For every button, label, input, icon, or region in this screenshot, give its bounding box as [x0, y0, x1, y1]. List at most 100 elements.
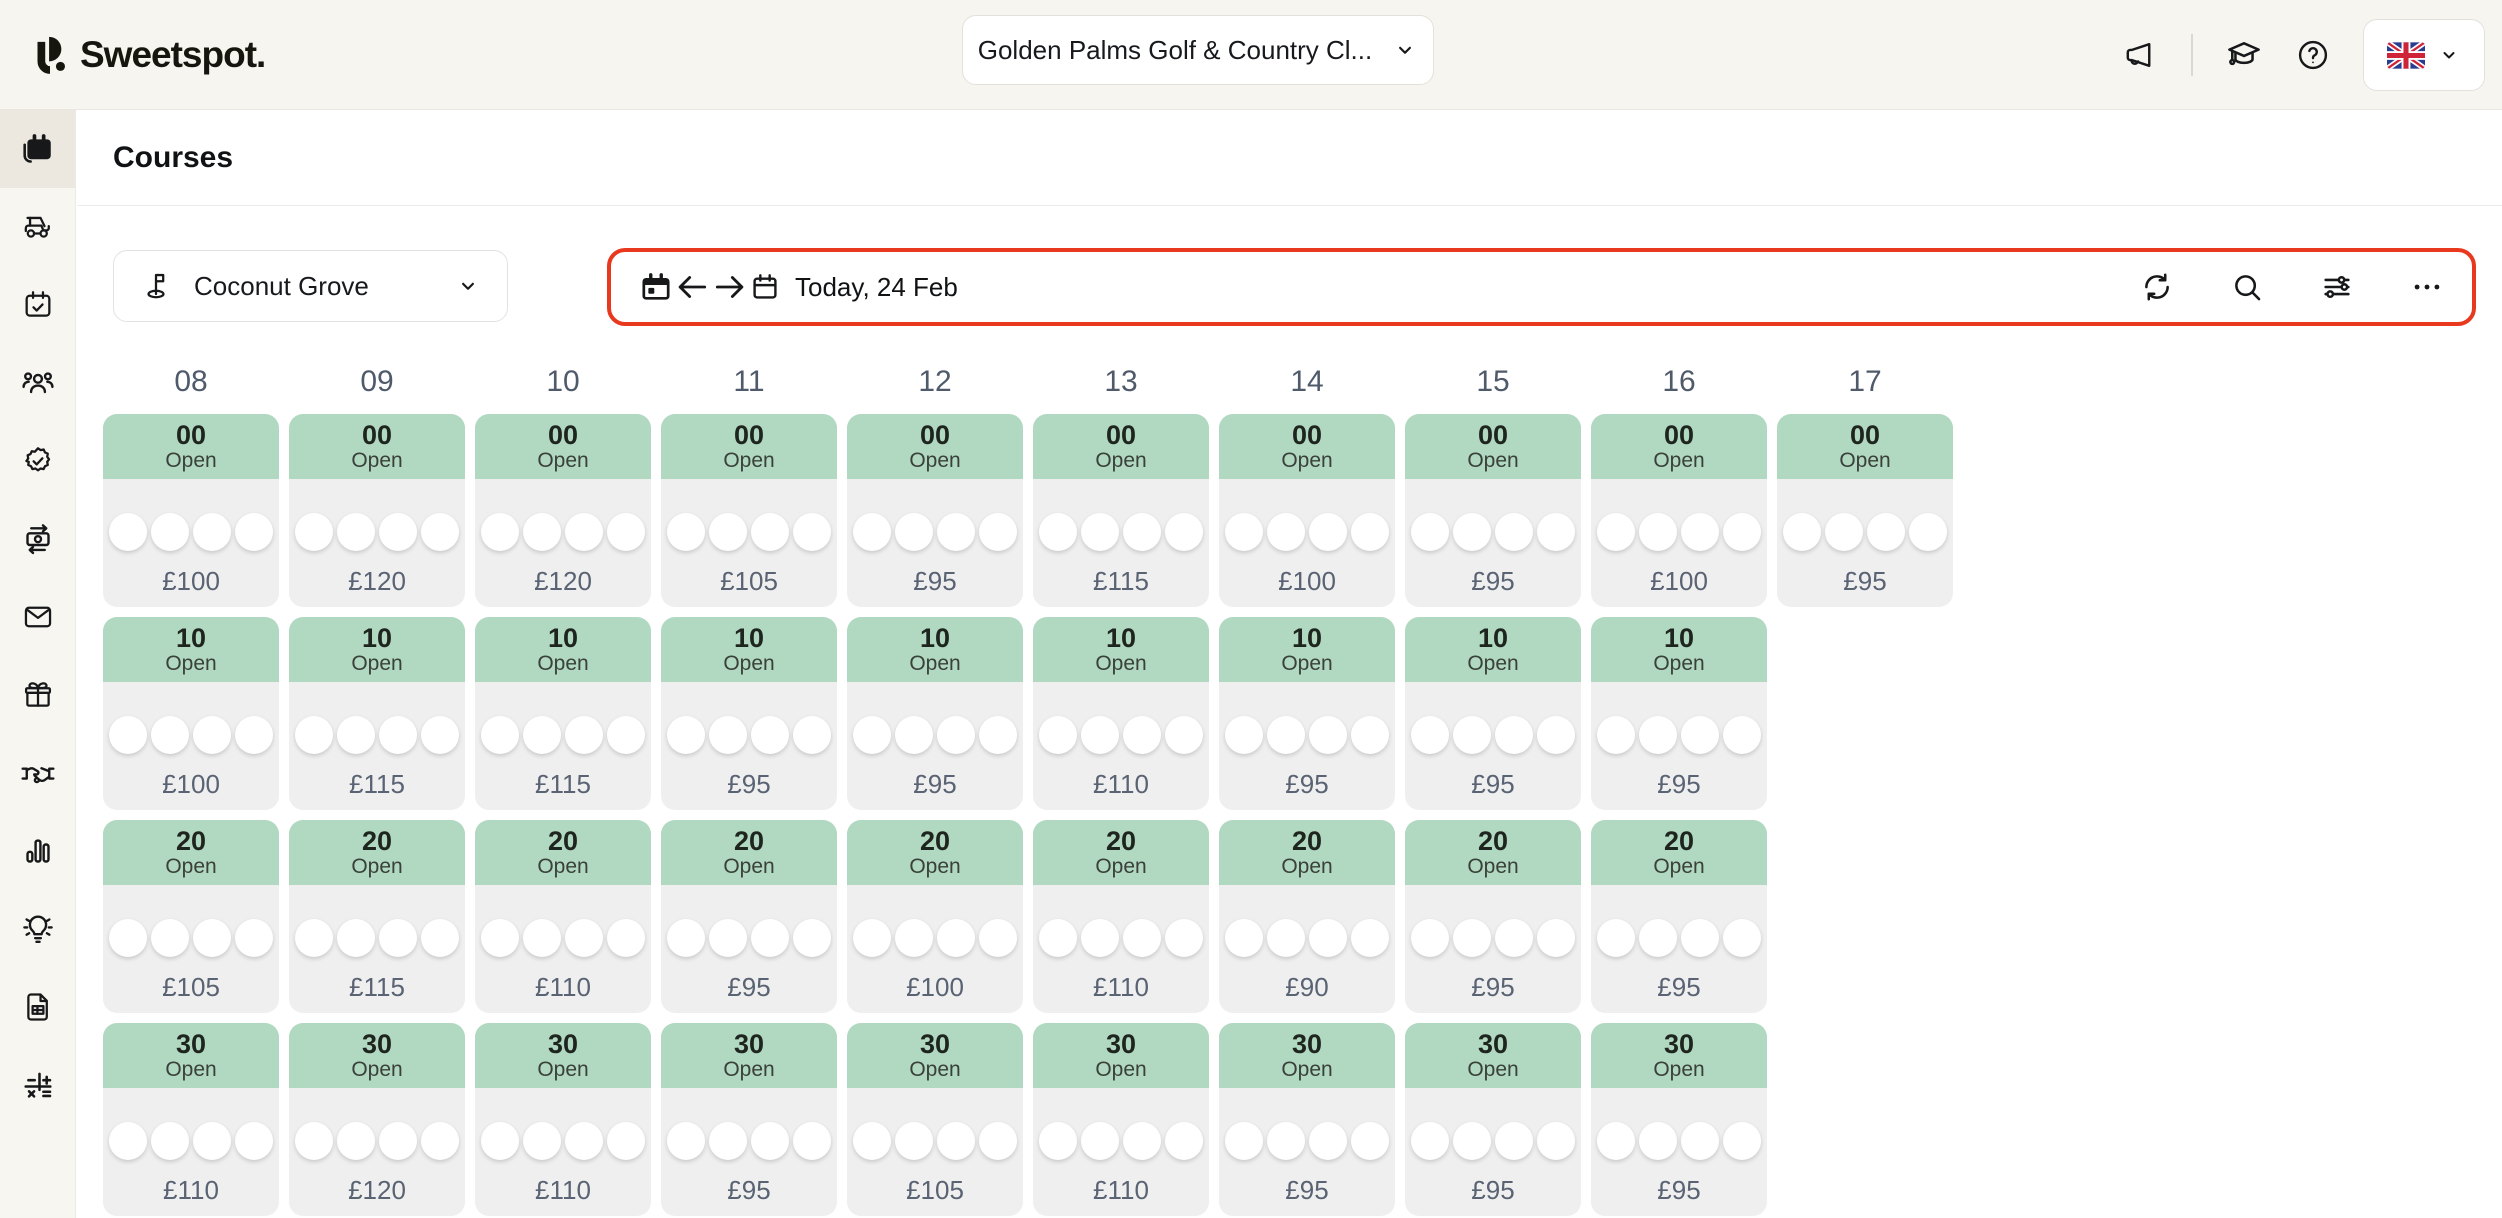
player-slot[interactable]	[607, 716, 645, 754]
previous-day-arrow-icon[interactable]	[673, 268, 711, 306]
player-slot[interactable]	[1495, 919, 1533, 957]
tee-time-card[interactable]: 00Open£100	[1219, 414, 1395, 607]
player-slot[interactable]	[193, 513, 231, 551]
player-slot[interactable]	[1309, 1122, 1347, 1160]
help-icon[interactable]	[2295, 37, 2331, 73]
player-slot[interactable]	[1267, 919, 1305, 957]
tee-time-card[interactable]: 30Open£110	[1033, 1023, 1209, 1216]
player-slot[interactable]	[1723, 919, 1761, 957]
player-slot[interactable]	[937, 1122, 975, 1160]
player-slot[interactable]	[937, 513, 975, 551]
player-slot[interactable]	[1597, 716, 1635, 754]
player-slot[interactable]	[337, 1122, 375, 1160]
player-slot[interactable]	[379, 716, 417, 754]
player-slot[interactable]	[379, 1122, 417, 1160]
player-slot[interactable]	[793, 919, 831, 957]
player-slot[interactable]	[853, 513, 891, 551]
player-slot[interactable]	[1165, 513, 1203, 551]
filter-sliders-icon[interactable]	[2320, 270, 2354, 304]
tee-time-card[interactable]: 10Open£95	[847, 617, 1023, 810]
player-slot[interactable]	[1639, 1122, 1677, 1160]
player-slot[interactable]	[1165, 919, 1203, 957]
player-slot[interactable]	[1825, 513, 1863, 551]
tee-time-card[interactable]: 00Open£120	[475, 414, 651, 607]
tee-time-card[interactable]: 00Open£100	[103, 414, 279, 607]
player-slot[interactable]	[565, 1122, 603, 1160]
player-slot[interactable]	[109, 919, 147, 957]
player-slot[interactable]	[1681, 1122, 1719, 1160]
tee-time-card[interactable]: 30Open£95	[1219, 1023, 1395, 1216]
tee-time-card[interactable]: 00Open£95	[1777, 414, 1953, 607]
player-slot[interactable]	[1123, 716, 1161, 754]
player-slot[interactable]	[1165, 1122, 1203, 1160]
player-slot[interactable]	[1039, 716, 1077, 754]
sidebar-item-tee-sheet[interactable]	[0, 110, 75, 188]
player-slot[interactable]	[1039, 513, 1077, 551]
player-slot[interactable]	[523, 919, 561, 957]
player-slot[interactable]	[337, 513, 375, 551]
player-slot[interactable]	[979, 919, 1017, 957]
player-slot[interactable]	[1597, 919, 1635, 957]
player-slot[interactable]	[1537, 716, 1575, 754]
player-slot[interactable]	[1081, 513, 1119, 551]
player-slot[interactable]	[1039, 1122, 1077, 1160]
sidebar-item-payments[interactable]	[0, 500, 75, 578]
player-slot[interactable]	[481, 513, 519, 551]
graduation-cap-icon[interactable]	[2225, 36, 2263, 74]
player-slot[interactable]	[193, 716, 231, 754]
player-slot[interactable]	[1267, 513, 1305, 551]
tee-time-card[interactable]: 20Open£110	[1033, 820, 1209, 1013]
tee-time-card[interactable]: 20Open£95	[661, 820, 837, 1013]
player-slot[interactable]	[607, 513, 645, 551]
sidebar-item-members[interactable]	[0, 344, 75, 422]
player-slot[interactable]	[295, 513, 333, 551]
tee-time-card[interactable]: 10Open£100	[103, 617, 279, 810]
language-selector[interactable]	[2363, 19, 2485, 91]
player-slot[interactable]	[1597, 513, 1635, 551]
player-slot[interactable]	[1123, 1122, 1161, 1160]
sidebar-item-partnerships[interactable]	[0, 734, 75, 812]
player-slot[interactable]	[751, 716, 789, 754]
refresh-icon[interactable]	[2140, 270, 2174, 304]
tee-time-card[interactable]: 10Open£95	[1405, 617, 1581, 810]
player-slot[interactable]	[1225, 716, 1263, 754]
player-slot[interactable]	[295, 716, 333, 754]
player-slot[interactable]	[1351, 919, 1389, 957]
player-slot[interactable]	[235, 919, 273, 957]
player-slot[interactable]	[565, 513, 603, 551]
player-slot[interactable]	[481, 1122, 519, 1160]
tee-time-card[interactable]: 00Open£100	[1591, 414, 1767, 607]
tee-time-card[interactable]: 10Open£110	[1033, 617, 1209, 810]
player-slot[interactable]	[853, 1122, 891, 1160]
player-slot[interactable]	[1639, 919, 1677, 957]
tee-time-card[interactable]: 00Open£120	[289, 414, 465, 607]
player-slot[interactable]	[295, 1122, 333, 1160]
player-slot[interactable]	[337, 919, 375, 957]
player-slot[interactable]	[1639, 716, 1677, 754]
sidebar-item-memberships[interactable]	[0, 422, 75, 500]
sidebar-item-golf-cart[interactable]	[0, 188, 75, 266]
player-slot[interactable]	[109, 716, 147, 754]
tee-time-card[interactable]: 10Open£115	[475, 617, 651, 810]
player-slot[interactable]	[979, 716, 1017, 754]
player-slot[interactable]	[421, 513, 459, 551]
player-slot[interactable]	[793, 716, 831, 754]
sidebar-item-accounting[interactable]	[0, 1046, 75, 1124]
tee-time-card[interactable]: 30Open£95	[1591, 1023, 1767, 1216]
player-slot[interactable]	[895, 919, 933, 957]
player-slot[interactable]	[1267, 716, 1305, 754]
player-slot[interactable]	[751, 1122, 789, 1160]
club-selector[interactable]: Golden Palms Golf & Country Cl...	[962, 15, 1434, 85]
player-slot[interactable]	[1681, 513, 1719, 551]
player-slot[interactable]	[1639, 513, 1677, 551]
player-slot[interactable]	[1537, 1122, 1575, 1160]
tee-time-card[interactable]: 30Open£110	[103, 1023, 279, 1216]
player-slot[interactable]	[1225, 513, 1263, 551]
player-slot[interactable]	[151, 1122, 189, 1160]
player-slot[interactable]	[1267, 1122, 1305, 1160]
player-slot[interactable]	[1411, 1122, 1449, 1160]
tee-time-card[interactable]: 10Open£95	[1591, 617, 1767, 810]
player-slot[interactable]	[235, 1122, 273, 1160]
player-slot[interactable]	[1453, 716, 1491, 754]
player-slot[interactable]	[709, 716, 747, 754]
